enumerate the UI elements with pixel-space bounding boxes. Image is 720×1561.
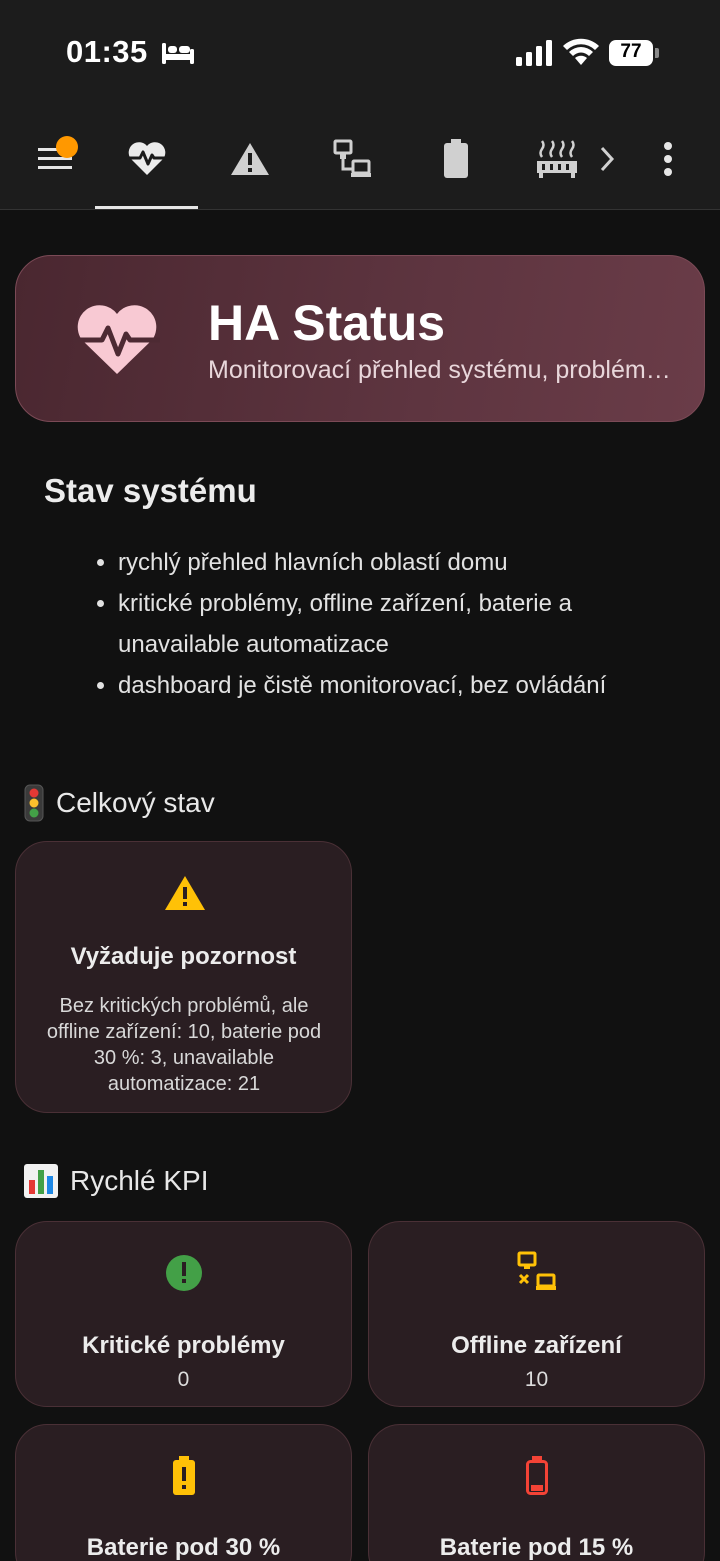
heart-pulse-icon	[74, 305, 160, 374]
overflow-menu-button[interactable]	[650, 108, 686, 210]
traffic-light-icon	[24, 784, 44, 822]
kpi-title: Baterie pod 30 %	[86, 1534, 281, 1561]
chevron-right-icon	[600, 146, 615, 172]
bar-chart-icon	[24, 1164, 58, 1198]
kpi-card-battery-30[interactable]: Baterie pod 30 %	[15, 1424, 352, 1561]
kpi-title: Kritické problémy	[82, 1332, 285, 1359]
dashboard-header-card: HA Status Monitorovací přehled systému, …	[15, 255, 705, 422]
tabs-scroll-right-button[interactable]	[590, 108, 624, 210]
page-title: HA Status	[208, 295, 446, 351]
alert-icon	[165, 876, 205, 910]
section-title-text: Celkový stav	[56, 787, 215, 818]
sleep-focus-icon	[162, 43, 194, 64]
kpi-card-offline[interactable]: Offline zařízení 10	[368, 1221, 705, 1407]
list-item: rychlý přehled hlavních oblastí domu	[118, 542, 678, 583]
wifi-icon	[563, 38, 599, 65]
battery-icon	[443, 139, 468, 178]
kpi-value: 0	[177, 1368, 190, 1391]
kpi-heading: Rychlé KPI	[24, 1164, 209, 1198]
tab-problems[interactable]	[198, 108, 301, 210]
overall-state-description: Bez kritických problémů, ale offline zař…	[46, 995, 322, 1095]
overall-state-heading: Celkový stav	[24, 784, 215, 822]
battery-alert-icon	[173, 1456, 195, 1495]
active-tab-indicator	[95, 206, 198, 209]
page-subtitle: Monitorovací přehled systému, problémy a…	[208, 356, 678, 384]
tab-batteries[interactable]	[404, 108, 507, 210]
radiator-icon	[537, 140, 577, 178]
lan-disconnect-icon	[517, 1251, 556, 1290]
heart-pulse-icon	[128, 142, 165, 175]
kpi-card-critical[interactable]: Kritické problémy 0	[15, 1221, 352, 1407]
list-item: dashboard je čistě monitorovací, bez ovl…	[118, 665, 678, 706]
kpi-title: Offline zařízení	[451, 1332, 622, 1359]
kpi-title: Baterie pod 15 %	[439, 1534, 634, 1561]
system-status-heading: Stav systému	[44, 472, 257, 509]
kpi-card-battery-15[interactable]: Baterie pod 15 %	[368, 1424, 705, 1561]
section-title-text: Rychlé KPI	[70, 1165, 209, 1196]
status-bar: 01:35 77	[0, 0, 720, 108]
clock: 01:35	[66, 34, 148, 69]
overall-state-card[interactable]: Vyžaduje pozornost Bez kritických problé…	[15, 841, 352, 1113]
alert-circle-icon	[166, 1255, 202, 1291]
view-tab-bar	[0, 108, 720, 210]
sidebar-menu-button[interactable]	[30, 108, 80, 210]
dots-vertical-icon	[664, 142, 672, 176]
signal-icon	[516, 40, 552, 66]
notification-dot	[56, 136, 78, 158]
lan-icon	[333, 139, 371, 177]
battery-percent: 77	[620, 41, 642, 62]
tab-status[interactable]	[95, 108, 198, 210]
battery-low-icon	[526, 1456, 548, 1495]
tab-network[interactable]	[301, 108, 404, 210]
battery-indicator: 77	[609, 40, 659, 66]
status-description-list: rychlý přehled hlavních oblastí domu kri…	[118, 542, 678, 706]
overall-state-title: Vyžaduje pozornost	[70, 943, 297, 970]
alert-icon	[230, 143, 269, 175]
kpi-value: 10	[524, 1368, 549, 1391]
list-item: kritické problémy, offline zařízení, bat…	[118, 583, 678, 665]
